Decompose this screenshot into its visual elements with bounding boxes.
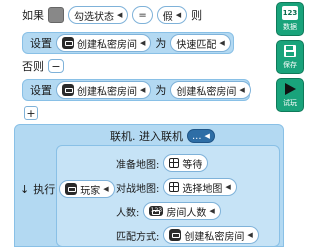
execute-row: ↓ 执行 玩家 ◀ [20,180,115,198]
else-keyword: 否则 [22,60,44,73]
variable-icon [62,37,74,49]
field-label: 准备地图: [116,159,160,171]
variable-icon [169,229,182,241]
data-icon: 123 [282,6,298,20]
field-value-pill[interactable]: 创建私密房间 ◀ [163,226,259,244]
dropdown-arrow-icon: ◀ [103,185,109,193]
checkbox-icon[interactable] [48,7,64,23]
field-value-pill[interactable]: 等待 [163,154,209,172]
join-title: 联机. 进入联机 [110,130,183,143]
variable-pill[interactable]: 创建私密房间 ◀ [56,81,152,99]
field-row: 准备地图: 等待 [116,154,209,172]
save-button[interactable]: 保存 [276,40,304,74]
dropdown-arrow-icon: ◀ [225,183,231,191]
dropdown-arrow-icon: ◀ [204,132,210,140]
operator-pill[interactable]: = [132,6,153,24]
map-icon [169,158,180,168]
dropdown-arrow-icon: ◀ [117,11,123,19]
condition-label: 勾选状态 [74,11,114,23]
as-keyword: 为 [155,84,167,97]
dropdown-arrow-icon: ◀ [140,39,146,47]
play-label: 试玩 [283,99,297,107]
save-icon [282,44,298,58]
value-pill[interactable]: 快速匹配 ◀ [170,34,231,52]
map-icon [169,182,180,192]
code-canvas: 如果 勾选状态 ◀ = 假 ◀ 则 设置 创建私密房间 ◀ 为 快速匹配 ◀ 否… [0,0,317,247]
data-button[interactable]: 123 数据 [276,2,304,36]
then-keyword: 则 [191,9,203,22]
variable-icon [62,84,74,96]
field-value: 等待 [182,159,203,171]
set-row-2: 设置 创建私密房间 ◀ 为 创建私密房间 ◀ [30,81,251,99]
value-pill[interactable]: 假 ◀ [156,6,188,24]
field-label: 匹配方式: [116,231,160,243]
field-value: 创建私密房间 [184,231,245,243]
add-branch-button[interactable]: + [24,106,38,120]
field-row: 匹配方式: 创建私密房间 ◀ [116,226,259,244]
field-value: 房间人数 [166,207,207,219]
checked-state-pill[interactable]: 勾选状态 ◀ [68,6,129,24]
else-row: 否则 − [22,58,64,74]
more-pill[interactable]: ... ◀ [187,129,215,143]
dropdown-arrow-icon: ◀ [239,86,245,94]
variable-label: 创建私密房间 [77,39,137,51]
field-value: 选择地图 [182,183,223,195]
value-pill[interactable]: 创建私密房间 ◀ [170,81,251,99]
execute-keyword: 执行 [33,183,56,196]
field-value-pill[interactable]: 123 房间人数 ◀ [143,202,221,220]
dropdown-arrow-icon: ◀ [219,39,225,47]
value-label: 快速匹配 [176,39,217,51]
dropdown-arrow-icon: ◀ [209,207,215,215]
save-label: 保存 [283,61,297,69]
data-label: 数据 [283,23,297,31]
value-label: 创建私密房间 [176,86,237,98]
player-label: 玩家 [80,185,101,197]
dropdown-arrow-icon: ◀ [247,231,253,239]
field-label: 对战地图: [116,183,160,195]
set-keyword: 设置 [30,84,52,97]
if-keyword: 如果 [22,9,44,22]
player-icon [65,183,78,195]
remove-else-button[interactable]: − [48,59,64,73]
dropdown-arrow-icon: ◀ [140,86,146,94]
set-row-1: 设置 创建私密房间 ◀ 为 快速匹配 ◀ [30,34,231,52]
field-label: 人数: [116,207,140,219]
more-label: ... [192,130,202,142]
number-badge-icon: 123 [149,206,164,216]
field-value-pill[interactable]: 选择地图 ◀ [163,178,237,196]
variable-label: 创建私密房间 [77,86,137,98]
if-row: 如果 勾选状态 ◀ = 假 ◀ 则 [22,6,202,24]
field-row: 对战地图: 选择地图 ◀ [116,178,237,196]
set-keyword: 设置 [30,37,52,50]
as-keyword: 为 [155,37,167,50]
dropdown-arrow-icon: ◀ [175,11,182,19]
play-icon [282,82,298,96]
variable-pill[interactable]: 创建私密房间 ◀ [56,34,152,52]
operator-label: = [138,9,147,21]
field-row: 人数: 123 房间人数 ◀ [116,202,221,220]
join-title-row: 联机. 进入联机 ... ◀ [110,128,215,144]
play-button[interactable]: 试玩 [276,78,304,112]
player-pill[interactable]: 玩家 ◀ [59,180,115,198]
down-arrow-icon: ↓ [20,182,30,196]
value-label: 假 [162,11,173,23]
